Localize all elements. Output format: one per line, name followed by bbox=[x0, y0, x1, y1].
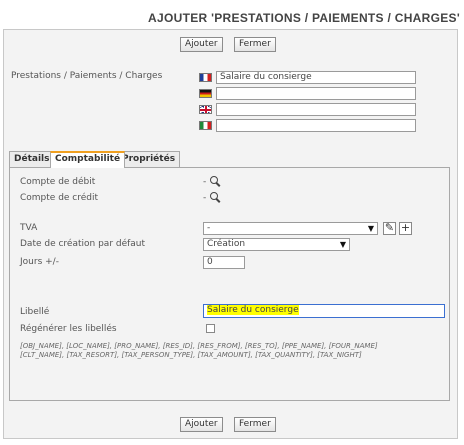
flag-uk-icon bbox=[199, 105, 212, 114]
flag-germany-icon bbox=[199, 89, 212, 98]
flag-france-icon bbox=[199, 73, 212, 82]
label-en-input[interactable] bbox=[216, 103, 416, 116]
label-fr-input[interactable]: Salaire du consierge bbox=[216, 71, 416, 84]
dropdown-arrow-icon: ▼ bbox=[339, 240, 346, 249]
libelle-label: Libellé bbox=[20, 307, 50, 317]
translations-label: Prestations / Paiements / Charges bbox=[11, 71, 163, 81]
tva-label: TVA bbox=[20, 223, 38, 233]
page-title: AJOUTER 'PRESTATIONS / PAIEMENTS / CHARG… bbox=[148, 11, 460, 25]
debit-account-label: Compte de débit bbox=[20, 177, 96, 187]
tva-select[interactable]: - ▼ bbox=[203, 222, 378, 235]
creation-date-select-value: Création bbox=[207, 239, 246, 249]
days-offset-label: Jours +/- bbox=[20, 257, 59, 267]
libelle-input[interactable]: Salaire du consierge bbox=[203, 304, 445, 318]
form-panel: Ajouter Fermer Prestations / Paiements /… bbox=[3, 29, 458, 439]
tab-proprietes[interactable]: Propriétés bbox=[117, 151, 181, 167]
flag-italy-icon bbox=[199, 121, 212, 130]
libelle-input-value: Salaire du consierge bbox=[207, 305, 299, 315]
debit-account-search-icon[interactable] bbox=[210, 176, 221, 187]
edit-pencil-icon[interactable]: ✎ bbox=[383, 222, 396, 235]
tab-comptabilite[interactable]: Comptabilité bbox=[50, 151, 126, 168]
label-de-input[interactable] bbox=[216, 87, 416, 100]
credit-account-search-icon[interactable] bbox=[210, 192, 221, 203]
accounting-tab-content: Compte de débit - Compte de crédit - TVA… bbox=[9, 167, 450, 401]
creation-date-label: Date de création par défaut bbox=[20, 239, 146, 249]
tva-select-value: - bbox=[207, 223, 211, 233]
days-offset-input[interactable]: 0 bbox=[203, 256, 245, 269]
regenerate-labels-checkbox[interactable] bbox=[206, 324, 215, 333]
close-button-top[interactable]: Fermer bbox=[234, 37, 276, 52]
placeholders-line-1: [OBJ_NAME], [LOC_NAME], [PRO_NAME], [RES… bbox=[20, 342, 378, 350]
credit-account-label: Compte de crédit bbox=[20, 193, 99, 203]
add-button-top[interactable]: Ajouter bbox=[180, 37, 223, 52]
creation-date-select[interactable]: Création ▼ bbox=[203, 238, 350, 251]
add-button-bottom[interactable]: Ajouter bbox=[180, 417, 223, 432]
tab-details[interactable]: Détails bbox=[9, 151, 55, 167]
regenerate-labels-label: Régénérer les libellés bbox=[20, 324, 117, 334]
add-plus-icon[interactable]: + bbox=[399, 222, 412, 235]
label-it-input[interactable] bbox=[216, 119, 416, 132]
placeholders-line-2: [CLT_NAME], [TAX_RESORT], [TAX_PERSON_TY… bbox=[20, 351, 362, 359]
debit-account-value: - bbox=[203, 177, 207, 187]
credit-account-value: - bbox=[203, 193, 207, 203]
close-button-bottom[interactable]: Fermer bbox=[234, 417, 276, 432]
dropdown-arrow-icon: ▼ bbox=[367, 224, 374, 233]
